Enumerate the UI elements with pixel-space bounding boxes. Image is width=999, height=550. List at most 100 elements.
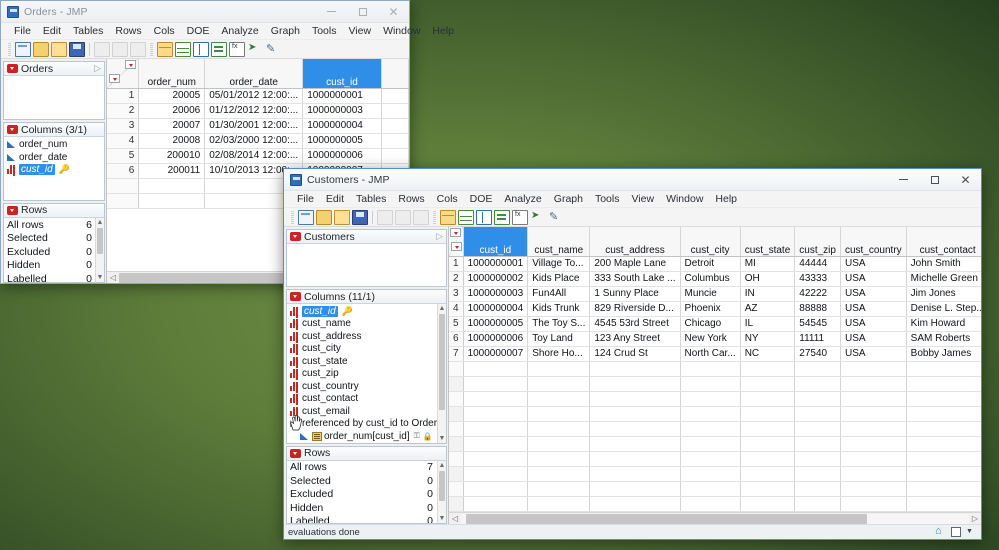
orders-header-order-num[interactable]: order_num (138, 59, 206, 89)
paste-icon[interactable] (413, 209, 429, 225)
scroll-up-icon[interactable]: ▲ (96, 218, 104, 227)
cell-cust-id[interactable]: 1000000002 (463, 271, 529, 287)
row-number[interactable]: 6 (107, 163, 140, 179)
orders-rows-panel[interactable]: Rows All rows 6 Selected 0 Excluded 0 Hi… (3, 202, 105, 283)
cell-cust-address[interactable]: 200 Maple Lane (589, 256, 681, 272)
table-row-empty[interactable] (449, 391, 981, 407)
cell-cust-name[interactable]: Toy Land (527, 331, 591, 347)
table-row-empty[interactable] (449, 511, 981, 512)
cell-cust-zip[interactable]: 88888 (794, 301, 841, 317)
table-row-empty[interactable] (449, 496, 981, 512)
edit-script-icon[interactable] (548, 210, 564, 225)
table-row[interactable]: 5 200010 02/08/2014 12:00:... 1000000006 (107, 148, 409, 164)
cell-cust-address[interactable]: 123 Any Street (589, 331, 681, 347)
paste-icon[interactable] (130, 41, 146, 57)
cell-cust-country[interactable]: USA (840, 346, 907, 362)
cell-cust-country[interactable]: USA (840, 331, 907, 347)
orders-toolbar[interactable] (1, 40, 409, 59)
column-item-cust-zip[interactable]: cust_zip (289, 368, 435, 381)
menu-rows[interactable]: Rows (109, 24, 147, 38)
cell-cust-country[interactable]: USA (840, 256, 907, 272)
cell-order-date[interactable]: 01/30/2001 12:00:... (204, 118, 304, 134)
save-icon[interactable] (69, 41, 85, 57)
table-row[interactable]: 3 20007 01/30/2001 12:00:... 1000000004 (107, 118, 409, 134)
menu-help[interactable]: Help (426, 24, 460, 38)
scroll-thumb[interactable] (439, 470, 445, 501)
cell-cust-contact[interactable]: SAM Roberts (906, 331, 981, 347)
row-number[interactable]: 1 (449, 256, 464, 272)
menu-graph[interactable]: Graph (265, 24, 306, 38)
row-number[interactable]: 7 (449, 346, 464, 362)
fit-y-by-x-icon[interactable] (512, 209, 528, 225)
menu-tools[interactable]: Tools (589, 192, 626, 206)
row-number[interactable]: 5 (107, 148, 140, 164)
menu-edit[interactable]: Edit (37, 24, 67, 38)
cell-cust-id[interactable]: 1000000003 (463, 286, 529, 302)
customers-header-cust-contact[interactable]: cust_contact (906, 227, 981, 257)
customers-header-cust-country[interactable]: cust_country (840, 227, 907, 257)
cell-cust-state[interactable]: NC (740, 346, 796, 362)
toolbar-grip-2[interactable] (150, 42, 153, 56)
table-row-empty[interactable] (449, 436, 981, 452)
menu-file[interactable]: File (8, 24, 37, 38)
customers-close-button[interactable]: ✕ (950, 169, 981, 190)
open-recent-icon[interactable] (316, 209, 332, 225)
cell-cust-name[interactable]: Fun4All (527, 286, 591, 302)
table-row[interactable]: 4 20008 02/03/2000 12:00:... 1000000005 (107, 133, 409, 149)
cell-cust-zip[interactable]: 44444 (794, 256, 841, 272)
new-table-icon[interactable] (298, 209, 314, 225)
customers-window[interactable]: Customers - JMP ✕ File Edit Tables Rows … (283, 168, 982, 540)
orders-menubar[interactable]: File Edit Tables Rows Cols DOE Analyze G… (1, 23, 454, 40)
menu-cols[interactable]: Cols (431, 192, 464, 206)
orders-columns-header[interactable]: Columns (3/1) (4, 123, 104, 138)
cell-cust-zip[interactable]: 42222 (794, 286, 841, 302)
table-grid-icon[interactable] (458, 209, 474, 225)
cell-cust-city[interactable]: Muncie (680, 286, 741, 302)
row-number[interactable]: 2 (449, 271, 464, 287)
cell-cust-country[interactable]: USA (840, 301, 907, 317)
menu-analyze[interactable]: Analyze (498, 192, 547, 206)
cut-icon[interactable] (94, 41, 110, 57)
red-triangle-icon[interactable] (290, 292, 301, 302)
table-row[interactable]: 1 20005 05/01/2012 12:00:... 1000000001 (107, 88, 409, 104)
square-icon[interactable] (951, 527, 961, 537)
cell-cust-city[interactable]: Columbus (680, 271, 741, 287)
cell-cust-id[interactable]: 1000000006 (302, 148, 382, 164)
new-data-table-icon[interactable] (157, 41, 173, 57)
column-item-order-num-virtual[interactable]: order_num[cust_id] ⚿ 🔒 (289, 430, 435, 443)
cell-order-num[interactable]: 20005 (138, 88, 206, 104)
cell-cust-zip[interactable]: 43333 (794, 271, 841, 287)
distribution-icon[interactable] (494, 209, 510, 225)
scroll-left-icon[interactable]: ◁ (449, 514, 461, 523)
cell-cust-id[interactable]: 1000000006 (463, 331, 529, 347)
cell-cust-state[interactable]: MI (740, 256, 796, 272)
customers-source-header[interactable]: Customers ▷ (287, 230, 446, 244)
cell-cust-country[interactable]: USA (840, 271, 907, 287)
row-number[interactable]: 6 (449, 331, 464, 347)
row-number[interactable]: 5 (449, 316, 464, 332)
customers-columns-panel[interactable]: Columns (11/1) cust_id 🔑 cust_name cust_… (286, 289, 447, 444)
menu-cols[interactable]: Cols (148, 24, 181, 38)
table-row-empty[interactable] (449, 481, 981, 497)
orders-header-cust-id[interactable]: cust_id (302, 59, 382, 89)
chevron-right-icon[interactable]: ▷ (94, 63, 101, 74)
cut-icon[interactable] (377, 209, 393, 225)
table-row-empty[interactable] (449, 376, 981, 392)
cell-cust-contact[interactable]: Denise L. Step... (906, 301, 981, 317)
column-item-cust-id[interactable]: cust_id 🔑 (6, 163, 104, 176)
column-item-cust-name[interactable]: cust_name (289, 318, 435, 331)
cell-order-num[interactable]: 200011 (138, 163, 206, 179)
orders-rows-scrollbar[interactable]: ▲ ▼ (95, 217, 104, 282)
customers-rows-header[interactable]: Rows (287, 446, 446, 461)
column-item-cust-contact[interactable]: cust_contact (289, 393, 435, 406)
red-triangle-icon[interactable] (290, 232, 301, 241)
menu-help[interactable]: Help (709, 192, 743, 206)
orders-source-panel[interactable]: Orders ▷ (3, 61, 105, 121)
table-row[interactable]: 2 20006 01/12/2012 12:00:... 1000000003 (107, 103, 409, 119)
cell-cust-state[interactable]: IN (740, 286, 796, 302)
open-file-icon[interactable] (334, 209, 350, 225)
cell-cust-contact[interactable]: Kim Howard (906, 316, 981, 332)
hscroll-track[interactable] (461, 513, 969, 524)
table-row-empty[interactable] (449, 361, 981, 377)
cell-cust-id[interactable]: 1000000001 (463, 256, 529, 272)
